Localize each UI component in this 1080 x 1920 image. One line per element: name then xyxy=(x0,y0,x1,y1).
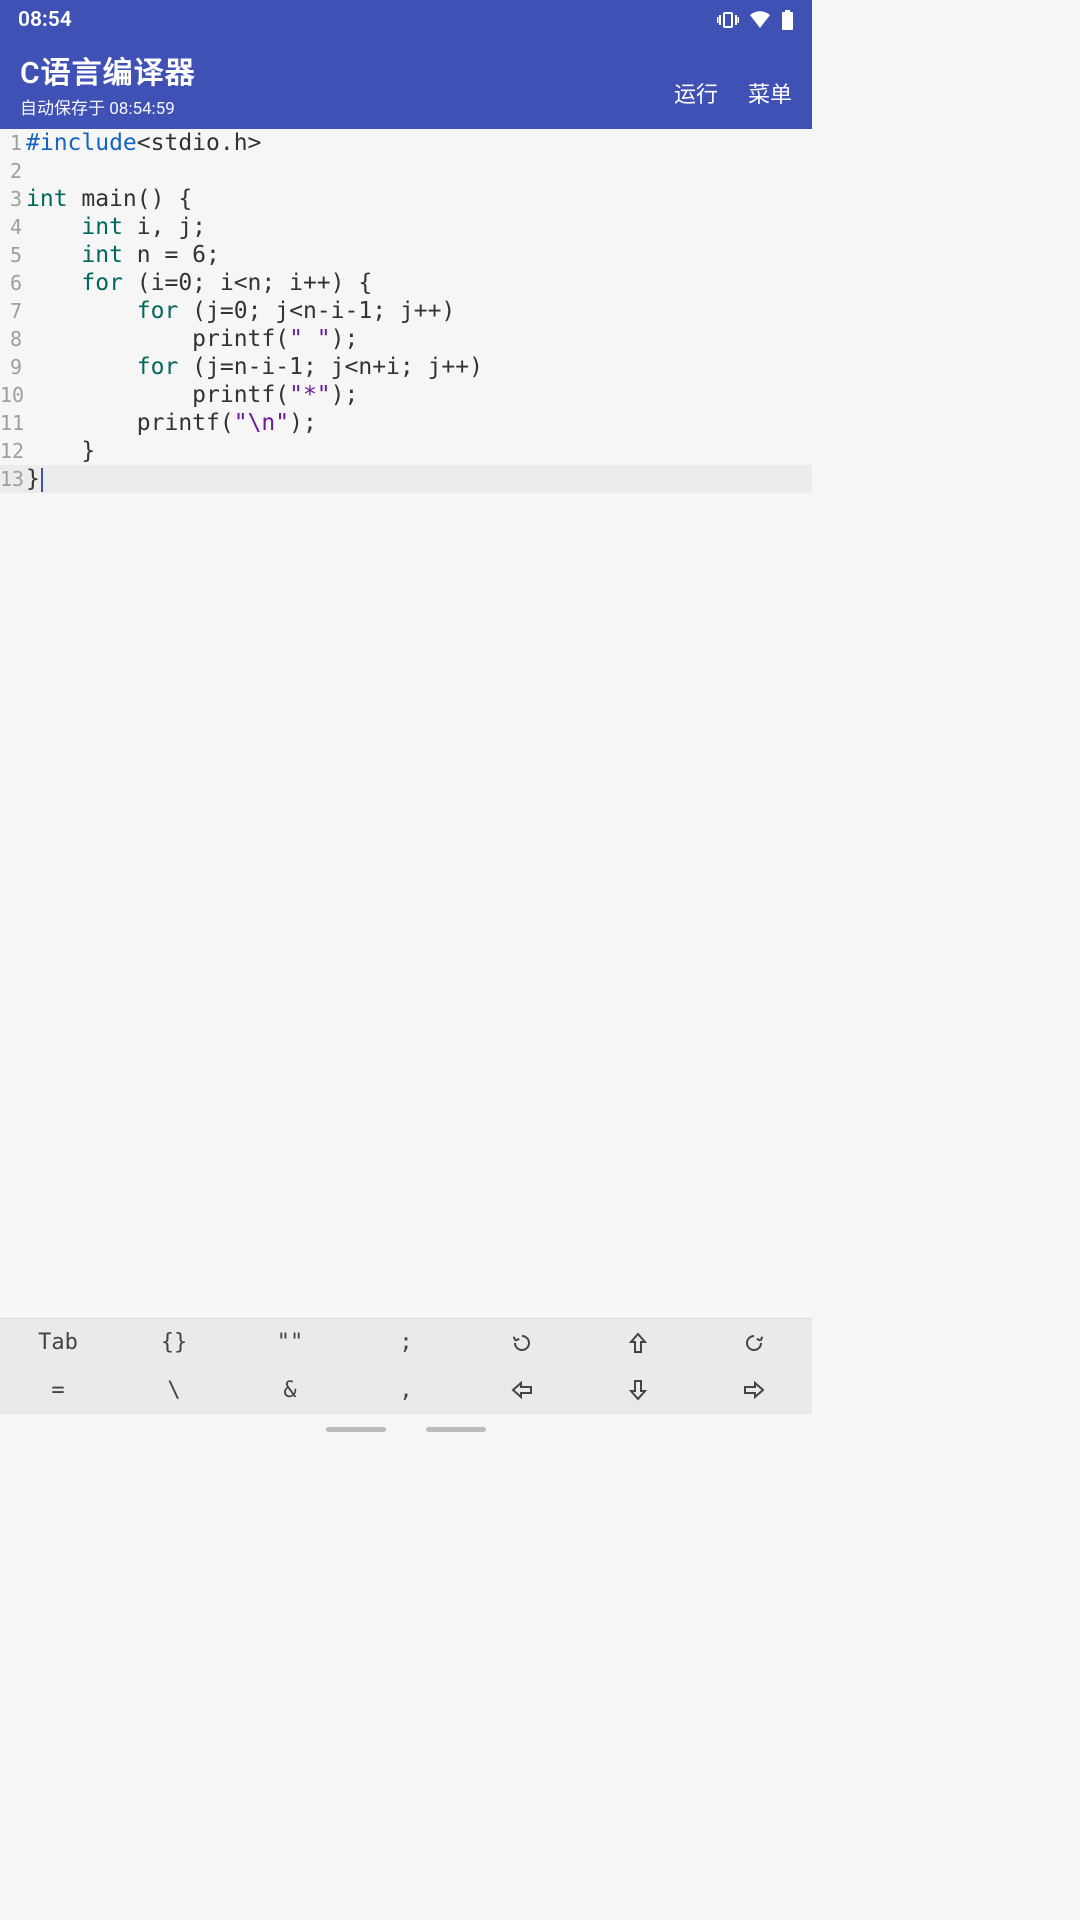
code-editor[interactable]: 1#include<stdio.h>23int main() {4 int i,… xyxy=(0,129,812,1318)
text-cursor xyxy=(41,468,43,492)
code-content[interactable]: printf("\n"); xyxy=(26,409,317,437)
code-line[interactable]: 4 int i, j; xyxy=(0,213,812,241)
code-line[interactable]: 3int main() { xyxy=(0,185,812,213)
key-semicolon[interactable]: ; xyxy=(348,1319,464,1366)
key-braces[interactable]: {} xyxy=(116,1319,232,1366)
code-line[interactable]: 5 int n = 6; xyxy=(0,241,812,269)
menu-button[interactable]: 菜单 xyxy=(748,77,792,109)
line-number: 10 xyxy=(0,381,26,409)
arrow-left-icon xyxy=(511,1380,533,1400)
code-line[interactable]: 2 xyxy=(0,157,812,185)
nav-pill[interactable] xyxy=(326,1427,386,1432)
key-undo[interactable] xyxy=(464,1319,580,1366)
symbol-toolbar-row2: = \ & , xyxy=(0,1366,812,1414)
code-content[interactable]: #include<stdio.h> xyxy=(26,129,261,157)
key-cursor-down[interactable] xyxy=(580,1366,696,1414)
line-number: 3 xyxy=(0,185,26,213)
symbol-toolbar-row1: Tab {} "" ; xyxy=(0,1318,812,1366)
code-content[interactable]: } xyxy=(26,437,95,465)
code-content[interactable]: int i, j; xyxy=(26,213,206,241)
status-bar: 08:54 xyxy=(0,0,812,40)
android-nav-bar xyxy=(0,1414,812,1444)
line-number: 4 xyxy=(0,213,26,241)
line-number: 12 xyxy=(0,437,26,465)
code-line[interactable]: 10 printf("*"); xyxy=(0,381,812,409)
code-content[interactable]: printf(" "); xyxy=(26,325,358,353)
status-icons xyxy=(717,10,794,30)
key-backslash[interactable]: \ xyxy=(116,1366,232,1414)
code-content[interactable]: int n = 6; xyxy=(26,241,220,269)
arrow-up-icon xyxy=(628,1332,648,1354)
line-number: 6 xyxy=(0,269,26,297)
undo-icon xyxy=(511,1332,533,1354)
key-comma[interactable]: , xyxy=(348,1366,464,1414)
line-number: 5 xyxy=(0,241,26,269)
arrow-right-icon xyxy=(743,1380,765,1400)
key-tab[interactable]: Tab xyxy=(0,1319,116,1366)
key-equals[interactable]: = xyxy=(0,1366,116,1414)
status-time: 08:54 xyxy=(18,8,72,32)
arrow-down-icon xyxy=(628,1379,648,1401)
nav-pill[interactable] xyxy=(426,1427,486,1432)
wifi-icon xyxy=(749,11,771,29)
app-title: C语言编译器 xyxy=(20,48,196,92)
key-cursor-left[interactable] xyxy=(464,1366,580,1414)
code-content[interactable]: for (j=0; j<n-i-1; j++) xyxy=(26,297,455,325)
redo-icon xyxy=(743,1332,765,1354)
line-number: 13 xyxy=(0,465,26,493)
code-content[interactable]: for (i=0; i<n; i++) { xyxy=(26,269,372,297)
code-line[interactable]: 6 for (i=0; i<n; i++) { xyxy=(0,269,812,297)
code-content[interactable]: } xyxy=(26,465,43,493)
code-line[interactable]: 11 printf("\n"); xyxy=(0,409,812,437)
code-line[interactable]: 9 for (j=n-i-1; j<n+i; j++) xyxy=(0,353,812,381)
line-number: 2 xyxy=(0,157,26,185)
vibrate-icon xyxy=(717,11,739,29)
line-number: 8 xyxy=(0,325,26,353)
line-number: 1 xyxy=(0,129,26,157)
run-button[interactable]: 运行 xyxy=(674,77,718,109)
key-quotes[interactable]: "" xyxy=(232,1319,348,1366)
key-redo[interactable] xyxy=(696,1319,812,1366)
key-cursor-right[interactable] xyxy=(696,1366,812,1414)
code-content[interactable]: for (j=n-i-1; j<n+i; j++) xyxy=(26,353,483,381)
battery-icon xyxy=(781,10,794,30)
app-header: C语言编译器 自动保存于 08:54:59 运行 菜单 xyxy=(0,40,812,129)
code-content[interactable]: printf("*"); xyxy=(26,381,358,409)
line-number: 11 xyxy=(0,409,26,437)
key-cursor-up[interactable] xyxy=(580,1319,696,1366)
code-line[interactable]: 1#include<stdio.h> xyxy=(0,129,812,157)
code-line[interactable]: 8 printf(" "); xyxy=(0,325,812,353)
line-number: 9 xyxy=(0,353,26,381)
line-number: 7 xyxy=(0,297,26,325)
code-line[interactable]: 12 } xyxy=(0,437,812,465)
code-line[interactable]: 7 for (j=0; j<n-i-1; j++) xyxy=(0,297,812,325)
key-ampersand[interactable]: & xyxy=(232,1366,348,1414)
code-line[interactable]: 13} xyxy=(0,465,812,493)
code-content[interactable]: int main() { xyxy=(26,185,192,213)
autosave-status: 自动保存于 08:54:59 xyxy=(20,94,196,119)
